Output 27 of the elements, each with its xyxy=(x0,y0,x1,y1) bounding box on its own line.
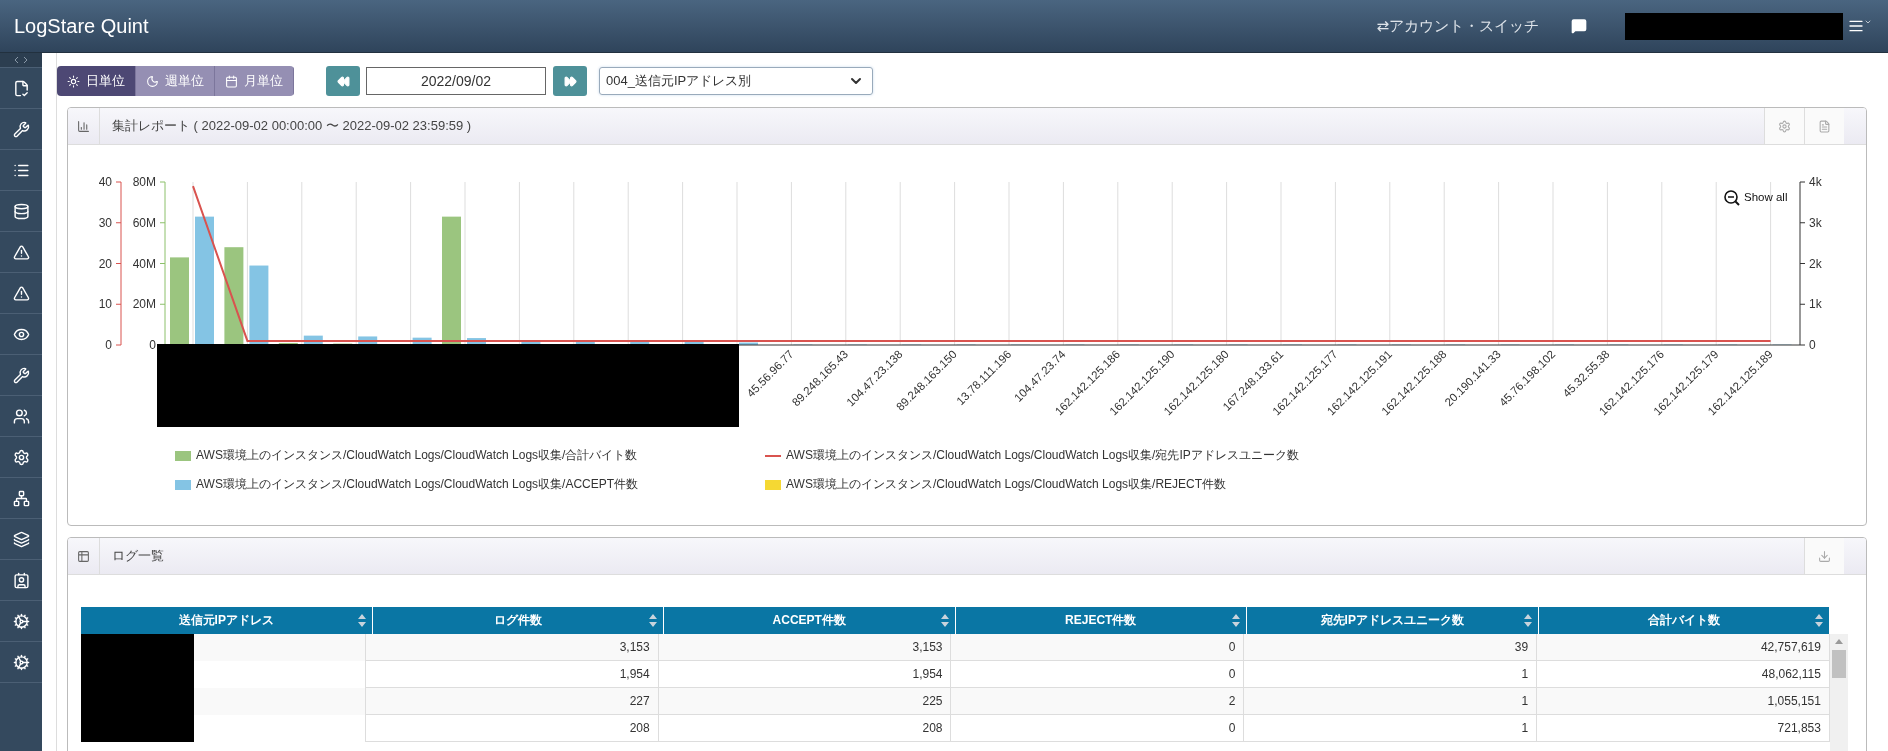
table-cell: 208 xyxy=(365,715,659,742)
legend-label: AWS環境上のインスタンス/CloudWatch Logs/CloudWatch Logs収集/宛先IPアドレスユニーク数 xyxy=(786,447,1299,464)
legend-label: AWS環境上のインスタンス/CloudWatch Logs/CloudWatch Logs収集/REJECT件数 xyxy=(786,476,1227,493)
table-cell: 0 xyxy=(951,715,1245,742)
axis-tick-label: 4k xyxy=(1809,175,1822,189)
axis-tick-label: 1k xyxy=(1809,297,1822,312)
axis-tick-label: 0 xyxy=(1809,338,1816,352)
axis-tick-label: 40 xyxy=(98,175,112,189)
table-cell: 1 xyxy=(1244,715,1538,742)
table-cell: 721,853 xyxy=(1537,715,1830,742)
axis-tick-label: 0 xyxy=(105,338,112,352)
axis-tick-label: 30 xyxy=(98,215,112,230)
panel-title: ログ一覧 xyxy=(111,547,165,565)
panel-title: 集計レポート ( 2022-09-02 00:00:00 〜 2022-09-02 23:59:59 ) xyxy=(111,117,473,135)
axis-tick-label: 60M xyxy=(132,215,156,230)
axis-tick-label: 40M xyxy=(132,256,156,271)
axis-tick-label: 10 xyxy=(98,297,112,312)
axis-tick-label: 80M xyxy=(132,175,156,189)
axis-tick-label: 20 xyxy=(98,256,112,271)
axis-tick-label: 20M xyxy=(132,297,156,312)
table-cell: 208 xyxy=(658,715,952,742)
axis-tick-label: 3k xyxy=(1809,215,1822,230)
axis-tick-label: 2k xyxy=(1809,256,1822,271)
legend-label: AWS環境上のインスタンス/CloudWatch Logs/CloudWatch Logs収集/ACCEPT件数 xyxy=(196,476,639,493)
axis-tick-label: 0 xyxy=(149,338,156,352)
app-title: LogStare Quint xyxy=(14,14,149,38)
legend-label: AWS環境上のインスタンス/CloudWatch Logs/CloudWatch Logs収集/合計バイト数 xyxy=(196,447,638,464)
